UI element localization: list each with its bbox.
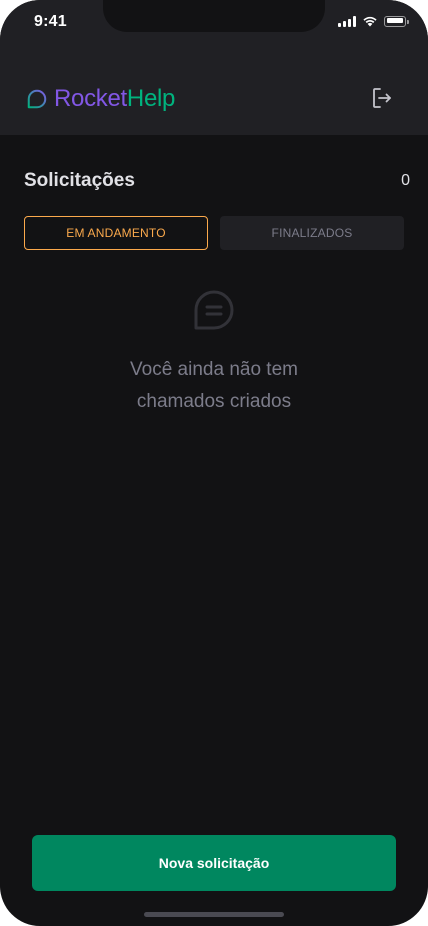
sign-out-icon — [373, 88, 391, 108]
battery-icon — [384, 15, 409, 27]
app-logo: RocketHelp — [26, 84, 175, 114]
empty-state: Você ainda não tem chamados criados — [0, 288, 428, 418]
chat-bubble-icon — [27, 89, 47, 109]
app-screen: 9:41 RocketHelp Solicitações 0 EM ANDAME… — [0, 0, 428, 926]
tab-in-progress[interactable]: EM ANDAMENTO — [24, 216, 208, 250]
home-indicator[interactable] — [144, 912, 284, 917]
logo-text: RocketHelp — [54, 84, 175, 114]
logo-text-help: Help — [126, 85, 176, 112]
app-header: 9:41 RocketHelp — [0, 0, 428, 135]
page-title: Solicitações — [24, 170, 135, 191]
wifi-icon — [363, 16, 377, 27]
title-row: Solicitações 0 — [24, 170, 410, 192]
status-time: 9:41 — [34, 13, 67, 30]
logo-text-rocket: Rocket — [54, 85, 127, 112]
chat-bubble-icon — [194, 290, 234, 330]
empty-state-line-1: Você ainda não tem — [130, 359, 298, 380]
empty-state-line-2: chamados criados — [136, 391, 292, 412]
status-icons — [338, 15, 409, 27]
request-count: 0 — [401, 172, 410, 189]
cellular-signal-icon — [338, 15, 356, 27]
device-notch — [103, 0, 325, 32]
logout-button[interactable] — [366, 82, 398, 114]
new-request-button[interactable]: Nova solicitação — [32, 835, 396, 891]
empty-state-message: Você ainda não tem chamados criados — [130, 354, 298, 418]
tab-finished[interactable]: FINALIZADOS — [220, 216, 404, 250]
